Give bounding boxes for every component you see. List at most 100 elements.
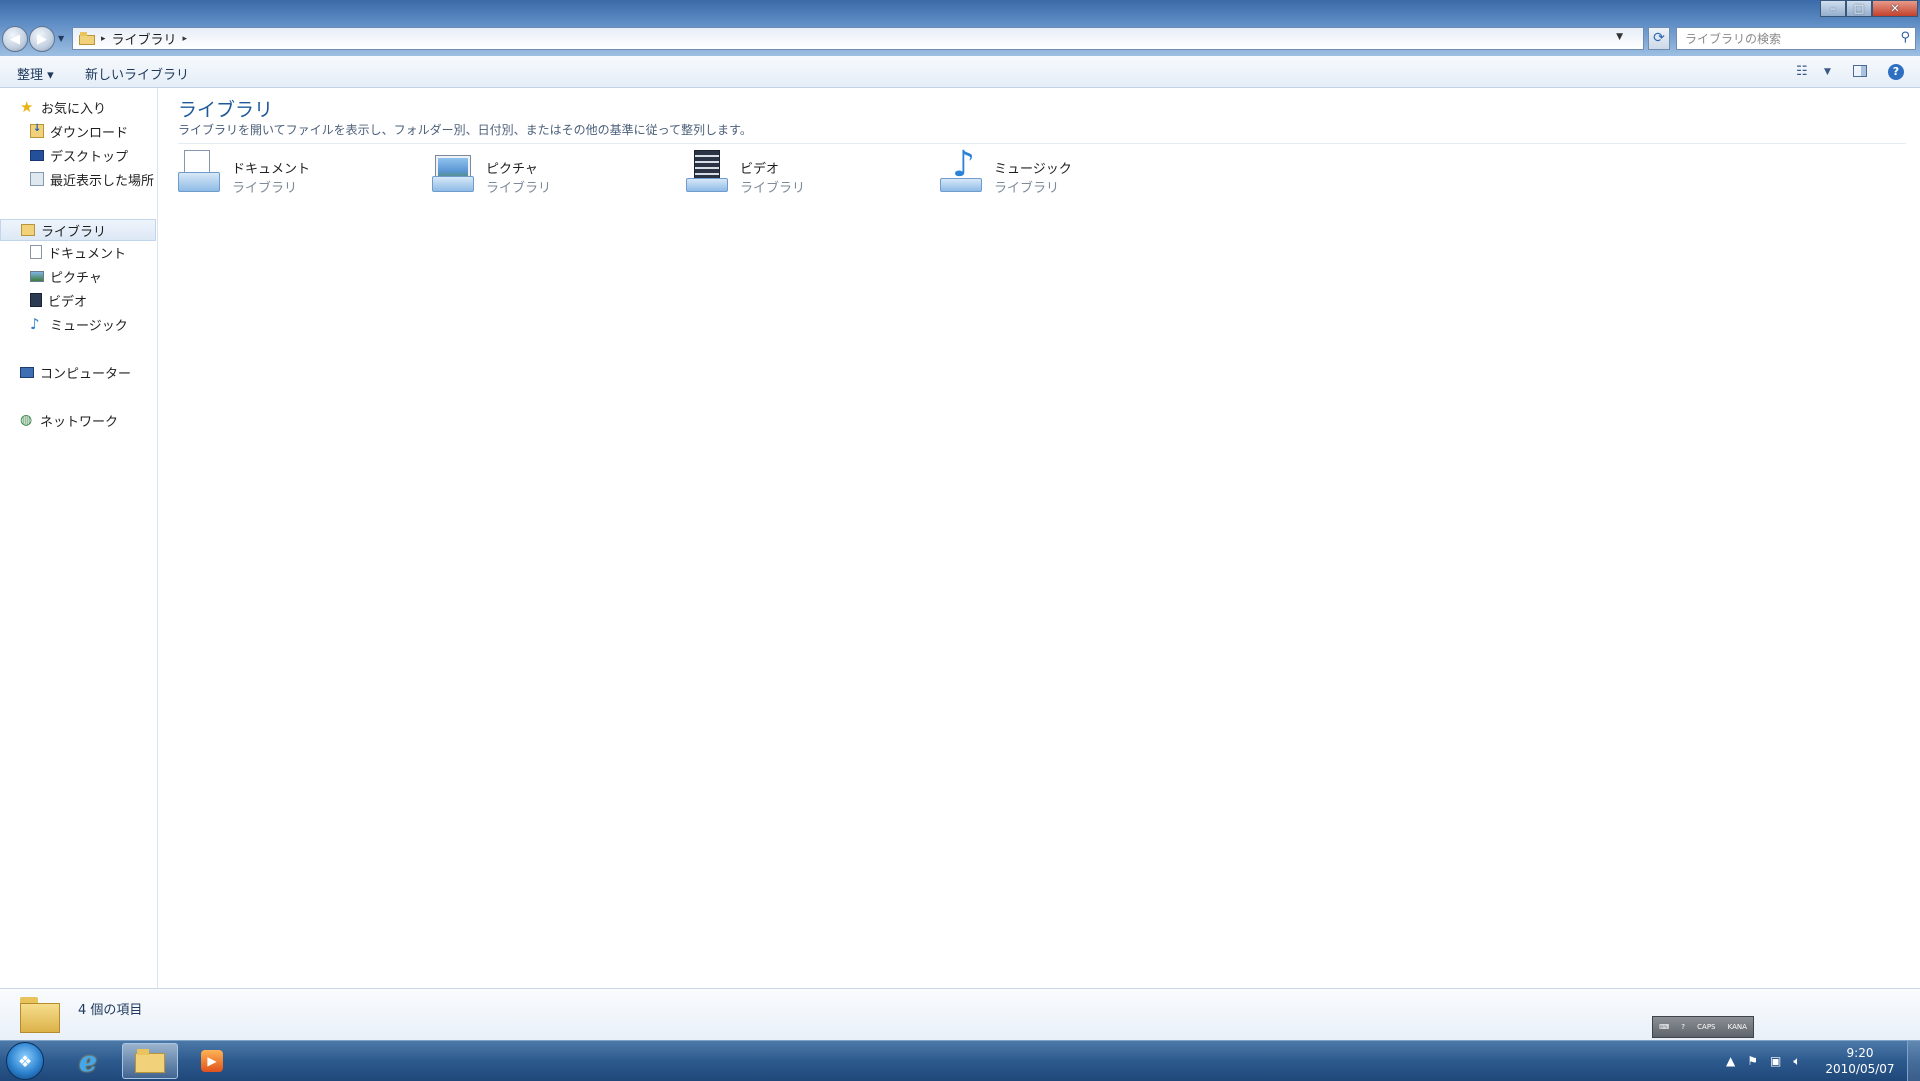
taskbar: ❖ e ▶ ▲ ⚑ ▣ 🔈︎ 9:20 2010/05/07 [0,1040,1920,1081]
navigation-pane: ★ お気に入り ダウンロード デスクトップ 最近表示した場所 ライブラリ ドキュ… [0,88,158,988]
back-button[interactable]: ◀ [2,26,28,52]
new-library-button[interactable]: 新しいライブラリ [85,64,189,83]
media-player-icon: ▶ [201,1050,223,1072]
change-view-icon[interactable]: ☷ [1796,64,1808,79]
item-count-status: 4 個の項目 [78,1003,143,1018]
address-bar[interactable]: ▸ ライブラリ ▸ ▼ [72,27,1644,50]
library-name: ドキュメント [232,162,311,177]
nav-item-music[interactable]: ♪ ミュージック [0,313,186,335]
keyboard-icon[interactable]: ⌨ [1659,1023,1669,1031]
pictures-library-icon [432,150,476,196]
nav-item-recent-places[interactable]: 最近表示した場所 [0,168,186,190]
videos-icon [30,293,42,307]
caps-indicator: CAPS [1697,1023,1716,1031]
nav-favorites[interactable]: ★ お気に入り [0,96,176,118]
recent-pages-dropdown-icon[interactable]: ▼ [58,34,64,43]
pictures-icon [30,270,44,282]
forward-button[interactable]: ▶ [29,26,55,52]
content-divider [178,143,1906,144]
volume-icon[interactable]: 🔈︎ [1793,1054,1800,1069]
nav-item-label: 最近表示した場所 [50,173,155,189]
libraries-folder-icon [21,224,35,236]
content-area: ライブラリ ライブラリを開いてファイルを表示し、フォルダー別、日付別、またはその… [160,88,1920,988]
nav-network-label: ネットワーク [40,414,119,430]
search-box[interactable]: ⚲ [1676,27,1916,50]
nav-item-desktop[interactable]: デスクトップ [0,144,186,166]
refresh-icon: ⟳ [1653,30,1665,46]
window-controls: – □ ✕ [1820,0,1918,17]
clock-time: 9:20 [1846,1046,1874,1060]
taskbar-internet-explorer[interactable]: e [60,1043,116,1079]
network-status-icon[interactable]: ▣ [1770,1054,1781,1068]
breadcrumb-chevron-icon[interactable]: ▸ [183,34,188,44]
breadcrumb-root-chevron-icon[interactable]: ▸ [101,34,106,44]
library-type: ライブラリ [994,181,1060,196]
show-desktop-button[interactable] [1907,1041,1920,1081]
help-icon[interactable]: ? [1888,64,1904,80]
preview-pane-icon[interactable] [1853,65,1867,77]
videos-library-icon [686,150,730,196]
nav-item-downloads[interactable]: ダウンロード [0,120,186,142]
language-bar[interactable]: ⌨ ? CAPS KANA [1652,1016,1754,1038]
nav-item-label: ドキュメント [48,246,127,262]
downloads-folder-icon [30,123,44,138]
library-type: ライブラリ [486,181,552,196]
internet-explorer-icon: e [79,1044,97,1078]
close-button[interactable]: ✕ [1872,0,1918,17]
library-tile-music[interactable]: ミュージック ライブラリ [922,144,1152,200]
nav-libraries[interactable]: ライブラリ [0,219,156,241]
documents-library-icon [178,150,222,196]
documents-icon [30,245,42,259]
library-name: ビデオ [740,162,780,177]
computer-icon [20,366,34,378]
nav-item-documents[interactable]: ドキュメント [0,241,186,263]
nav-item-label: ビデオ [48,294,88,310]
kana-indicator: KANA [1727,1023,1747,1031]
library-tile-videos[interactable]: ビデオ ライブラリ [668,150,898,200]
windows-explorer-icon [135,1049,165,1073]
nav-item-label: デスクトップ [50,149,129,165]
maximize-button[interactable]: □ [1846,0,1872,17]
nav-network[interactable]: ◍ ネットワーク [0,409,176,431]
breadcrumb-libraries[interactable]: ライブラリ [112,29,177,48]
library-type: ライブラリ [232,181,298,196]
library-type: ライブラリ [740,181,806,196]
library-name: ミュージック [994,162,1072,177]
library-tile-documents[interactable]: ドキュメント ライブラリ [160,150,390,200]
page-description: ライブラリを開いてファイルを表示し、フォルダー別、日付別、またはその他の基準に従… [178,123,752,137]
nav-item-label: ダウンロード [50,125,129,141]
taskbar-windows-explorer[interactable] [122,1043,178,1079]
start-button[interactable]: ❖ [6,1042,44,1080]
clock-date: 2010/05/07 [1825,1062,1895,1076]
notification-area: ▲ ⚑ ▣ 🔈︎ [1720,1041,1807,1081]
nav-computer-label: コンピューター [40,366,132,382]
ime-help-icon[interactable]: ? [1681,1023,1685,1031]
nav-item-label: ピクチャ [50,270,102,286]
taskbar-media-player[interactable]: ▶ [184,1043,240,1079]
libraries-folder-icon [79,32,95,45]
library-tile-pictures[interactable]: ピクチャ ライブラリ [414,150,644,200]
network-globe-icon: ◍ [20,412,33,428]
nav-favorites-label: お気に入り [41,101,107,117]
nav-item-videos[interactable]: ビデオ [0,289,186,311]
details-pane: 4 個の項目 [0,988,1920,1040]
address-dropdown-icon[interactable]: ▼ [1616,32,1623,42]
page-title: ライブラリ [178,99,274,121]
show-hidden-icons-icon[interactable]: ▲ [1726,1054,1735,1068]
search-icon[interactable]: ⚲ [1900,30,1910,45]
recent-places-icon [30,172,44,186]
forward-arrow-icon: ▶ [37,31,47,47]
system-clock[interactable]: 9:20 2010/05/07 [1818,1045,1902,1077]
nav-item-pictures[interactable]: ピクチャ [0,265,186,287]
desktop-icon [30,149,44,161]
refresh-button[interactable]: ⟳ [1648,27,1670,50]
view-dropdown-icon[interactable]: ▼ [1824,67,1831,77]
action-center-flag-icon[interactable]: ⚑ [1747,1054,1758,1068]
favorites-star-icon: ★ [20,98,34,116]
search-input[interactable] [1683,30,1892,47]
music-note-icon: ♪ [30,315,40,333]
music-library-icon [940,144,984,196]
organize-button[interactable]: 整理 ▾ [17,64,54,83]
minimize-button[interactable]: – [1820,0,1846,17]
nav-computer[interactable]: コンピューター [0,361,176,383]
